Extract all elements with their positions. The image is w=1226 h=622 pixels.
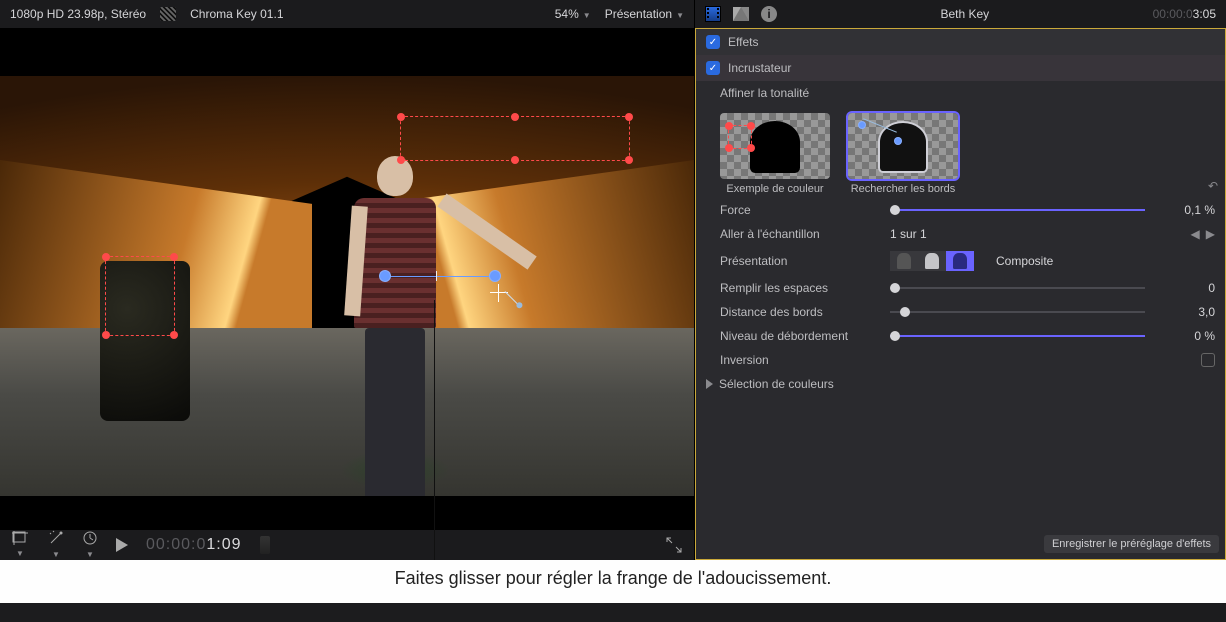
keyer-checkbox[interactable]: ✓: [706, 61, 720, 75]
fill-holes-value[interactable]: 0: [1155, 281, 1215, 295]
edges-tool[interactable]: Rechercher les bords: [848, 113, 958, 196]
disclosure-triangle-icon: [706, 379, 713, 389]
jump-sample-row: Aller à l'échantillon 1 sur 1 ◀ ▶: [696, 222, 1225, 246]
viewer-toolbar: 1080p HD 23.98p, Stéréo Chroma Key 01.1 …: [0, 0, 694, 28]
figure-caption-area: Faites glisser pour régler la frange de …: [0, 560, 1226, 603]
color-selection-disclosure[interactable]: Sélection de couleurs: [696, 372, 1225, 396]
fill-holes-slider[interactable]: [890, 281, 1145, 295]
fill-holes-row: Remplir les espaces 0: [696, 276, 1225, 300]
strength-value[interactable]: 0,1 %: [1155, 203, 1215, 217]
prev-sample-button[interactable]: ◀: [1191, 227, 1200, 241]
fullscreen-button[interactable]: [666, 537, 682, 553]
clip-name[interactable]: Chroma Key 01.1: [190, 7, 283, 21]
refine-thumbnails: Exemple de couleur Rechercher les bords: [696, 105, 1225, 198]
edge-distance-row: Distance des bords 3,0: [696, 300, 1225, 324]
color-selection-label: Sélection de couleurs: [719, 377, 834, 391]
chevron-down-icon: ▼: [583, 11, 591, 20]
app-window: 1080p HD 23.98p, Stéréo Chroma Key 01.1 …: [0, 0, 1226, 560]
format-label: 1080p HD 23.98p, Stéréo: [10, 7, 146, 21]
audio-meter: [260, 536, 270, 554]
video-inspector-tab-icon[interactable]: [705, 6, 721, 22]
strength-row: Force 0,1 %: [696, 198, 1225, 222]
effects-inspector: ✓ Effets ✓ Incrustateur Affiner la tonal…: [695, 28, 1226, 560]
video-frame: [0, 76, 694, 496]
view-dropdown[interactable]: Présentation▼: [605, 7, 684, 21]
view-matte-button[interactable]: [918, 251, 946, 271]
spill-level-row: Niveau de débordement 0 %: [696, 324, 1225, 348]
clapperboard-icon[interactable]: [160, 7, 176, 21]
edge-distance-value[interactable]: 3,0: [1155, 305, 1215, 319]
clip-duration: 00:00:03:05: [1153, 7, 1216, 21]
info-inspector-tab-icon[interactable]: i: [761, 6, 777, 22]
edge-distance-slider[interactable]: [890, 305, 1145, 319]
play-button[interactable]: [116, 538, 128, 552]
viewer-pane: 1080p HD 23.98p, Stéréo Chroma Key 01.1 …: [0, 0, 695, 560]
next-sample-button[interactable]: ▶: [1206, 227, 1215, 241]
inspector-pane: i Beth Key 00:00:03:05 ✓ Effets ✓ Incrus…: [695, 0, 1226, 560]
transport-bar: ▼ ▼ ▼ 00:00:01:09: [0, 530, 694, 560]
inspector-title: Beth Key: [789, 7, 1141, 21]
refine-key-label: Affiner la tonalité: [720, 86, 880, 100]
zoom-dropdown[interactable]: 54%▼: [555, 7, 591, 21]
figure-caption: Faites glisser pour régler la frange de …: [395, 568, 832, 588]
spill-level-label: Niveau de débordement: [720, 329, 880, 343]
viewer-canvas[interactable]: [0, 28, 694, 530]
invert-label: Inversion: [720, 353, 880, 367]
view-mode-value: Composite: [996, 254, 1053, 268]
edge-handle-right[interactable]: [489, 270, 501, 282]
viewer-timecode[interactable]: 00:00:01:09: [146, 536, 242, 554]
edge-center-tick[interactable]: [436, 271, 437, 281]
color-inspector-tab-icon[interactable]: [733, 7, 749, 21]
spill-level-value[interactable]: 0 %: [1155, 329, 1215, 343]
save-effects-preset-button[interactable]: Enregistrer le préréglage d'effets: [1044, 535, 1219, 553]
callout-line: [434, 300, 435, 560]
strength-label: Force: [720, 203, 880, 217]
keyed-subject: [330, 156, 460, 496]
jump-sample-value: 1 sur 1: [890, 227, 927, 241]
edge-handle-left[interactable]: [379, 270, 391, 282]
color-sample-box[interactable]: [105, 256, 175, 336]
keyer-label: Incrustateur: [728, 61, 791, 75]
view-original-button[interactable]: [890, 251, 918, 271]
keyer-section-header[interactable]: ✓ Incrustateur: [696, 55, 1225, 81]
sample-color-tool[interactable]: Exemple de couleur: [720, 113, 830, 196]
edge-softness-line[interactable]: [385, 276, 495, 277]
view-composite-button[interactable]: [946, 251, 974, 271]
refine-key-row: Affiner la tonalité: [696, 81, 1225, 105]
view-mode-row: Présentation Composite: [696, 246, 1225, 276]
chevron-down-icon: ▼: [676, 11, 684, 20]
crop-tool-dropdown[interactable]: ▼: [12, 531, 30, 559]
effects-checkbox[interactable]: ✓: [706, 35, 720, 49]
fill-holes-label: Remplir les espaces: [720, 281, 880, 295]
effects-section-header[interactable]: ✓ Effets: [696, 29, 1225, 55]
edge-distance-label: Distance des bords: [720, 305, 880, 319]
effects-label: Effets: [728, 35, 758, 49]
retime-tool-dropdown[interactable]: ▼: [82, 530, 98, 560]
invert-checkbox[interactable]: [1201, 353, 1215, 367]
spill-level-slider[interactable]: [890, 329, 1145, 343]
invert-row: Inversion: [696, 348, 1225, 372]
view-mode-label: Présentation: [720, 254, 880, 268]
inspector-toolbar: i Beth Key 00:00:03:05: [695, 0, 1226, 28]
enhance-tool-dropdown[interactable]: ▼: [48, 530, 64, 560]
reset-button-hook-icon[interactable]: ↶: [1208, 179, 1226, 197]
color-sample-box[interactable]: [400, 116, 630, 161]
sample-nav: ◀ ▶: [1191, 227, 1215, 241]
view-mode-buttons: [890, 251, 974, 271]
strength-slider[interactable]: [890, 203, 1145, 217]
jump-sample-label: Aller à l'échantillon: [720, 227, 880, 241]
